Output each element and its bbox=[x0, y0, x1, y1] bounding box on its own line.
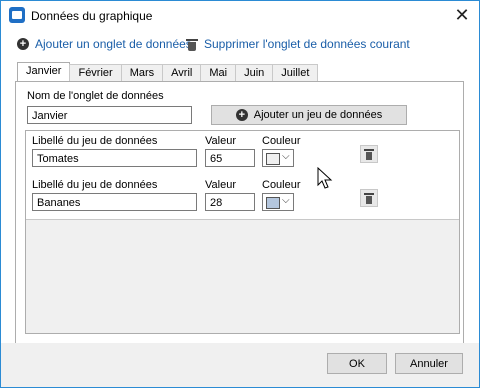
chevron-down-icon: ⌵ bbox=[282, 195, 290, 206]
chevron-down-icon: ⌵ bbox=[282, 151, 290, 162]
add-tab-label: Ajouter un onglet de données bbox=[35, 37, 192, 51]
data-set-list: Libellé du jeu de données Tomates Valeur… bbox=[25, 130, 460, 334]
tab-juin[interactable]: Juin bbox=[235, 64, 274, 82]
data-set-row: Libellé du jeu de données Tomates Valeur… bbox=[26, 131, 459, 176]
tab-fevrier[interactable]: Février bbox=[69, 64, 122, 82]
dialog-footer: OK Annuler bbox=[1, 343, 479, 387]
color-swatch bbox=[266, 197, 280, 209]
delete-data-set-button[interactable] bbox=[360, 189, 378, 207]
window-title: Données du graphique bbox=[31, 9, 153, 23]
data-set-label-header: Libellé du jeu de données bbox=[32, 179, 158, 191]
title-bar: Données du graphique ✕ bbox=[1, 1, 479, 31]
tab-mai[interactable]: Mai bbox=[200, 64, 237, 82]
add-data-set-button[interactable]: + Ajouter un jeu de données bbox=[211, 105, 407, 125]
app-icon bbox=[9, 7, 25, 23]
tab-avril[interactable]: Avril bbox=[162, 64, 202, 82]
tab-janvier[interactable]: Janvier bbox=[17, 62, 71, 82]
delete-tab-label: Supprimer l'onglet de données courant bbox=[204, 37, 410, 51]
color-header: Couleur bbox=[262, 179, 301, 191]
data-set-label-field[interactable]: Bananes bbox=[32, 193, 197, 211]
add-tab-link[interactable]: + Ajouter un onglet de données bbox=[17, 37, 192, 51]
value-header: Valeur bbox=[205, 135, 236, 147]
add-data-set-label: Ajouter un jeu de données bbox=[253, 109, 383, 121]
data-set-row: Libellé du jeu de données Bananes Valeur… bbox=[26, 175, 459, 220]
tab-mars[interactable]: Mars bbox=[120, 64, 164, 82]
tab-panel-janvier: Nom de l'onglet de données Janvier + Ajo… bbox=[15, 81, 464, 345]
data-set-label-header: Libellé du jeu de données bbox=[32, 135, 158, 147]
color-select[interactable]: ⌵ bbox=[262, 149, 294, 167]
tab-juillet[interactable]: Juillet bbox=[272, 64, 319, 82]
chart-data-dialog: Données du graphique ✕ + Ajouter un ongl… bbox=[0, 0, 480, 388]
color-swatch bbox=[266, 153, 280, 165]
plus-circle-icon: + bbox=[17, 38, 29, 50]
close-icon[interactable]: ✕ bbox=[446, 1, 478, 31]
trash-icon bbox=[186, 38, 198, 51]
color-header: Couleur bbox=[262, 135, 301, 147]
value-field[interactable]: 28 bbox=[205, 193, 255, 211]
ok-button[interactable]: OK bbox=[327, 353, 387, 374]
tab-name-label: Nom de l'onglet de données bbox=[27, 90, 164, 102]
delete-tab-link[interactable]: Supprimer l'onglet de données courant bbox=[186, 37, 410, 51]
dialog-content: + Ajouter un onglet de données Supprimer… bbox=[1, 31, 479, 387]
tab-name-field[interactable]: Janvier bbox=[27, 106, 192, 124]
delete-data-set-button[interactable] bbox=[360, 145, 378, 163]
cancel-button[interactable]: Annuler bbox=[395, 353, 463, 374]
data-set-label-field[interactable]: Tomates bbox=[32, 149, 197, 167]
plus-circle-icon: + bbox=[235, 109, 248, 121]
value-field[interactable]: 65 bbox=[205, 149, 255, 167]
color-select[interactable]: ⌵ bbox=[262, 193, 294, 211]
value-header: Valeur bbox=[205, 179, 236, 191]
mouse-cursor-icon bbox=[317, 167, 333, 189]
